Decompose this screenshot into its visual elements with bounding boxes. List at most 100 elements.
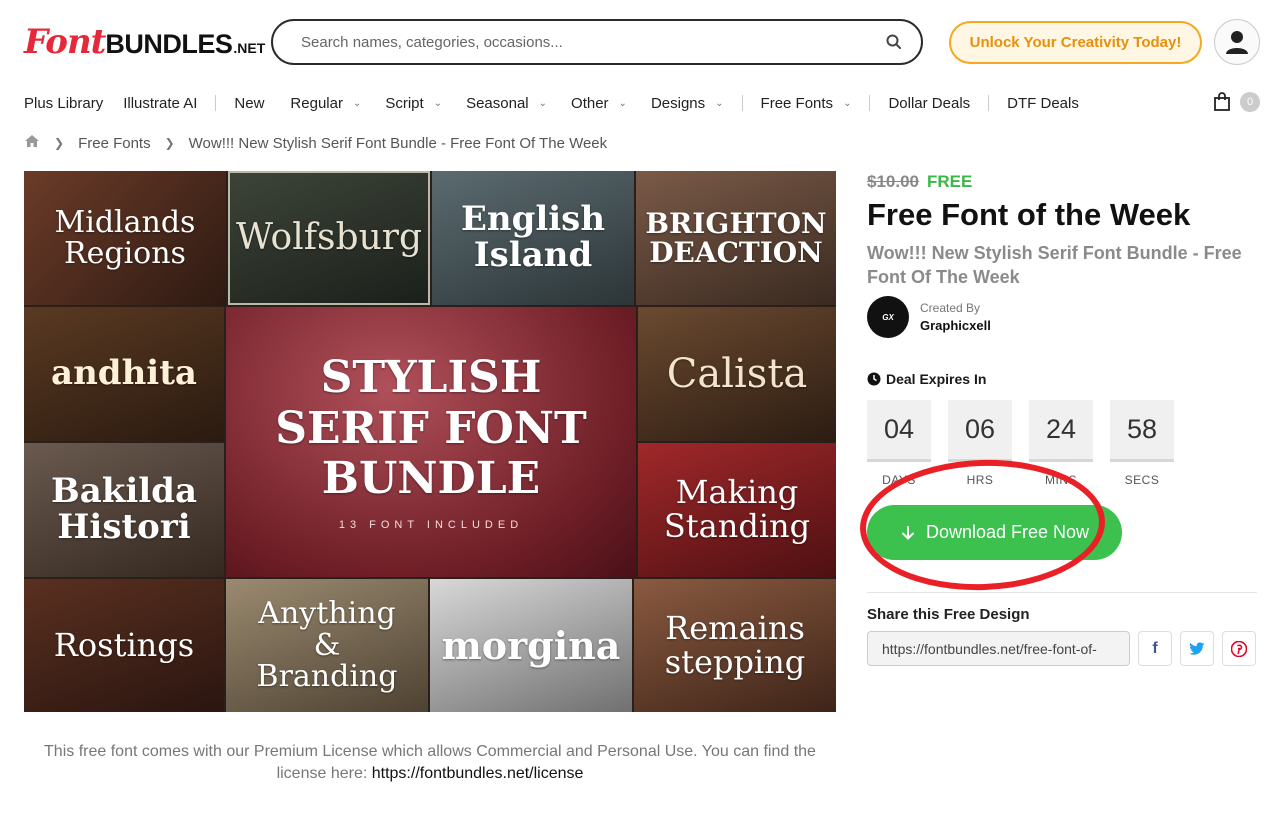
creator-name[interactable]: Graphicxell	[920, 318, 991, 333]
chevron-right-icon: ❯	[54, 136, 65, 150]
deal-label: Deal Expires In	[886, 371, 987, 387]
nav-item-regular[interactable]: Regular ⌄	[290, 95, 361, 112]
nav-item-seasonal[interactable]: Seasonal ⌄	[466, 95, 547, 112]
countdown-value: 58	[1110, 400, 1174, 462]
nav-label: Dollar Deals	[888, 94, 971, 112]
site-logo[interactable]: Font BUNDLES .NET	[24, 22, 265, 62]
arrow-down-icon	[901, 525, 914, 540]
countdown-hours: 06 HRS	[948, 400, 1012, 487]
share-url-field[interactable]: https://fontbundles.net/free-font-of-	[867, 631, 1130, 666]
gallery-tile: Calista	[638, 307, 836, 441]
nav-divider	[215, 95, 217, 111]
current-price: FREE	[927, 172, 973, 191]
original-price: $10.00	[867, 172, 919, 191]
chevron-down-icon: ⌄	[433, 97, 443, 109]
countdown-value: 04	[867, 400, 931, 462]
nav-item-dollar-deals[interactable]: Dollar Deals	[888, 95, 970, 112]
gallery-tile: Bakilda Histori	[24, 443, 224, 577]
share-row: https://fontbundles.net/free-font-of- f	[867, 631, 1256, 666]
countdown-unit: DAYS	[882, 473, 916, 487]
countdown-unit: MINS	[1045, 473, 1077, 487]
nav-label: Designs	[650, 94, 706, 112]
nav-item-new[interactable]: New	[234, 95, 264, 112]
nav-label: Free Fonts	[760, 94, 834, 112]
gallery-tile: Wolfsburg	[228, 171, 430, 305]
breadcrumb-free-fonts[interactable]: Free Fonts	[78, 135, 151, 152]
cart-count-badge: 0	[1240, 92, 1260, 112]
tile-text: Rostings	[53, 625, 195, 664]
home-icon[interactable]	[24, 134, 40, 152]
gallery-tile: Making Standing	[638, 443, 836, 577]
twitter-icon	[1189, 641, 1205, 655]
tile-text: morgina	[441, 622, 621, 668]
facebook-share-button[interactable]: f	[1138, 631, 1172, 666]
creator-block[interactable]: GX Created By Graphicxell	[867, 296, 991, 338]
nav-item-illustrate-ai[interactable]: Illustrate AI	[123, 95, 197, 112]
nav-item-other[interactable]: Other ⌄	[571, 95, 627, 112]
price-line: $10.00 FREE	[867, 172, 972, 192]
unlock-creativity-button[interactable]: Unlock Your Creativity Today!	[949, 21, 1202, 64]
deal-expires: Deal Expires In	[867, 371, 986, 387]
license-notice: This free font comes with our Premium Li…	[24, 741, 836, 786]
user-avatar[interactable]	[1214, 19, 1260, 65]
countdown-unit: HRS	[966, 473, 994, 487]
nav-label: DTF Deals	[1007, 94, 1079, 112]
tile-text: Remains stepping	[664, 608, 806, 681]
tile-text: Making Standing	[663, 473, 811, 545]
chevron-down-icon: ⌄	[843, 97, 852, 109]
featured-caption: 13 FONT INCLUDED	[338, 518, 524, 531]
breadcrumb: ❯ Free Fonts ❯ Wow!!! New Stylish Serif …	[24, 134, 607, 152]
twitter-share-button[interactable]	[1180, 631, 1214, 666]
chevron-down-icon: ⌄	[618, 97, 627, 109]
product-subtitle: Wow!!! New Stylish Serif Font Bundle - F…	[867, 243, 1242, 288]
nav-label: Illustrate AI	[123, 94, 198, 112]
product-image[interactable]: Midlands Regions Wolfsburg English Islan…	[24, 171, 836, 712]
tile-text: Anything & Branding	[256, 596, 398, 695]
countdown-timer: 04 DAYS 06 HRS 24 MINS 58 SECS	[867, 400, 1174, 487]
nav-item-designs[interactable]: Designs ⌄	[651, 95, 724, 112]
creator-text: Created By Graphicxell	[920, 301, 991, 333]
gallery-tile: Midlands Regions	[24, 171, 226, 305]
gallery-tile: English Island	[432, 171, 634, 305]
facebook-icon: f	[1152, 639, 1158, 657]
download-label: Download Free Now	[925, 522, 1090, 542]
search-input[interactable]	[301, 33, 885, 51]
nav-divider	[869, 95, 871, 111]
nav-item-plus-library[interactable]: Plus Library	[24, 95, 103, 112]
gallery-tile: morgina	[430, 579, 632, 712]
chevron-right-icon: ❯	[164, 136, 175, 150]
gallery-tile: Rostings	[24, 579, 224, 712]
main-nav: Plus Library Illustrate AI New Regular ⌄ …	[24, 88, 1260, 118]
clock-icon	[867, 372, 881, 386]
countdown-seconds: 58 SECS	[1110, 400, 1174, 487]
share-title: Share this Free Design	[867, 606, 1030, 623]
download-free-button[interactable]: Download Free Now	[867, 505, 1122, 560]
nav-label: Plus Library	[24, 94, 104, 112]
chevron-down-icon: ⌄	[715, 97, 724, 109]
tile-text: Calista	[666, 351, 808, 397]
search-bar	[271, 19, 923, 65]
gallery-tile: Remains stepping	[634, 579, 836, 712]
product-title: Free Font of the Week	[867, 197, 1191, 232]
divider	[867, 592, 1257, 593]
tile-text: Wolfsburg	[235, 217, 423, 259]
tile-text: BRIGHTON DEACTION	[645, 206, 827, 269]
countdown-days: 04 DAYS	[867, 400, 931, 487]
nav-item-dtf-deals[interactable]: DTF Deals	[1007, 95, 1079, 112]
pinterest-share-button[interactable]	[1222, 631, 1256, 666]
nav-label: New	[234, 94, 265, 112]
creator-avatar: GX	[867, 296, 909, 338]
nav-item-script[interactable]: Script ⌄	[385, 95, 442, 112]
shopping-bag-icon	[1214, 92, 1230, 111]
search-icon[interactable]	[885, 33, 903, 51]
logo-bundles-text: BUNDLES	[105, 29, 233, 59]
nav-item-free-fonts[interactable]: Free Fonts ⌄	[761, 95, 852, 112]
chevron-down-icon: ⌄	[538, 97, 548, 109]
featured-title: STYLISH SERIF FONT BUNDLE	[275, 352, 587, 505]
license-link[interactable]: https://fontbundles.net/license	[372, 765, 584, 782]
created-by-label: Created By	[920, 301, 981, 315]
tile-text: Midlands Regions	[54, 204, 196, 271]
gallery-tile: Anything & Branding	[226, 579, 428, 712]
nav-label: Script	[385, 94, 424, 112]
cart-button[interactable]: 0	[1212, 92, 1260, 112]
